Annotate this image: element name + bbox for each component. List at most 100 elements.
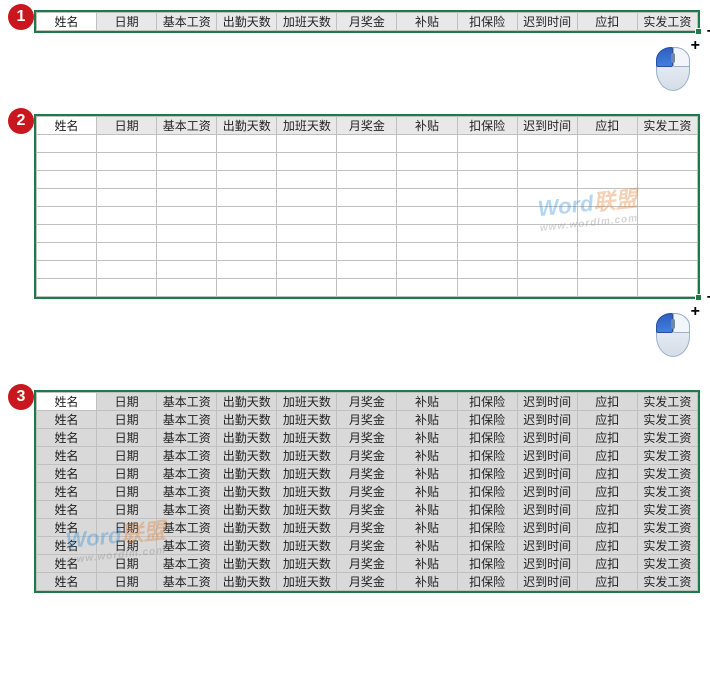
cell[interactable]: 月奖金	[337, 447, 397, 465]
cell[interactable]: 扣保险	[457, 429, 517, 447]
cell[interactable]: 出勤天数	[217, 519, 277, 537]
cell[interactable]: 实发工资	[637, 411, 697, 429]
cell[interactable]: 月奖金	[337, 555, 397, 573]
cell[interactable]	[277, 135, 337, 153]
cell[interactable]	[217, 225, 277, 243]
cell[interactable]: 基本工资	[157, 429, 217, 447]
cell[interactable]: 扣保险	[457, 573, 517, 591]
cell[interactable]: 姓名	[37, 555, 97, 573]
cell[interactable]	[157, 153, 217, 171]
cell[interactable]	[637, 207, 697, 225]
cell[interactable]: 月奖金	[337, 429, 397, 447]
cell[interactable]	[517, 153, 577, 171]
cell[interactable]: 补贴	[397, 447, 457, 465]
cell[interactable]: 应扣	[577, 555, 637, 573]
cell[interactable]: 补贴	[397, 411, 457, 429]
cell[interactable]: 姓名	[37, 483, 97, 501]
cell[interactable]	[637, 153, 697, 171]
cell[interactable]	[277, 243, 337, 261]
cell[interactable]: 加班天数	[277, 465, 337, 483]
cell[interactable]: 实发工资	[637, 573, 697, 591]
cell[interactable]: 迟到时间	[517, 555, 577, 573]
cell[interactable]	[517, 189, 577, 207]
cell[interactable]	[577, 207, 637, 225]
cell[interactable]	[157, 189, 217, 207]
cell[interactable]	[37, 189, 97, 207]
cell[interactable]	[97, 207, 157, 225]
cell[interactable]: 基本工资	[157, 555, 217, 573]
cell[interactable]	[97, 225, 157, 243]
cell[interactable]: 迟到时间	[517, 429, 577, 447]
cell[interactable]: 基本工资	[157, 447, 217, 465]
cell[interactable]: 出勤天数	[217, 555, 277, 573]
cell[interactable]: 实发工资	[637, 393, 697, 411]
cell[interactable]: 加班天数	[277, 393, 337, 411]
cell[interactable]	[577, 189, 637, 207]
cell[interactable]	[517, 225, 577, 243]
cell[interactable]: 迟到时间	[517, 537, 577, 555]
cell[interactable]: 应扣	[577, 483, 637, 501]
cell[interactable]	[397, 243, 457, 261]
cell[interactable]	[517, 207, 577, 225]
cell[interactable]: 日期	[97, 447, 157, 465]
cell[interactable]	[217, 171, 277, 189]
cell[interactable]	[217, 243, 277, 261]
cell[interactable]	[397, 135, 457, 153]
cell[interactable]	[337, 171, 397, 189]
cell[interactable]: 应扣	[577, 393, 637, 411]
cell[interactable]: 姓名	[37, 465, 97, 483]
cell[interactable]	[277, 225, 337, 243]
cell[interactable]: 月奖金	[337, 393, 397, 411]
cell[interactable]: 补贴	[397, 483, 457, 501]
cell[interactable]	[457, 261, 517, 279]
cell[interactable]: 月奖金	[337, 501, 397, 519]
cell[interactable]	[637, 135, 697, 153]
cell[interactable]	[577, 279, 637, 297]
cell[interactable]: 月奖金	[337, 465, 397, 483]
cell[interactable]: 补贴	[397, 501, 457, 519]
cell[interactable]: 出勤天数	[217, 429, 277, 447]
cell[interactable]	[457, 279, 517, 297]
cell[interactable]: 扣保险	[457, 483, 517, 501]
cell[interactable]	[457, 135, 517, 153]
cell[interactable]	[397, 171, 457, 189]
cell[interactable]	[337, 189, 397, 207]
cell[interactable]	[157, 171, 217, 189]
cell[interactable]: 应扣	[577, 501, 637, 519]
cell[interactable]: 出勤天数	[217, 447, 277, 465]
cell[interactable]: 出勤天数	[217, 573, 277, 591]
cell[interactable]	[517, 279, 577, 297]
cell[interactable]: 加班天数	[277, 501, 337, 519]
cell[interactable]: 实发工资	[637, 429, 697, 447]
cell[interactable]: 扣保险	[457, 465, 517, 483]
cell[interactable]	[97, 135, 157, 153]
cell[interactable]: 补贴	[397, 519, 457, 537]
cell[interactable]: 基本工资	[157, 483, 217, 501]
cell[interactable]: 出勤天数	[217, 483, 277, 501]
cell[interactable]: 扣保险	[457, 501, 517, 519]
cell[interactable]	[337, 279, 397, 297]
cell[interactable]: 实发工资	[637, 555, 697, 573]
cell[interactable]	[97, 261, 157, 279]
cell[interactable]: 月奖金	[337, 573, 397, 591]
cell[interactable]: 姓名	[37, 537, 97, 555]
cell[interactable]	[217, 153, 277, 171]
cell[interactable]	[577, 243, 637, 261]
cell[interactable]: 扣保险	[457, 411, 517, 429]
cell[interactable]	[577, 153, 637, 171]
cell[interactable]: 出勤天数	[217, 537, 277, 555]
cell[interactable]: 出勤天数	[217, 411, 277, 429]
cell[interactable]: 扣保险	[457, 555, 517, 573]
cell[interactable]	[577, 171, 637, 189]
cell[interactable]	[457, 153, 517, 171]
cell[interactable]: 补贴	[397, 429, 457, 447]
cell[interactable]: 迟到时间	[517, 447, 577, 465]
cell[interactable]	[37, 171, 97, 189]
cell[interactable]: 应扣	[577, 411, 637, 429]
cell[interactable]: 加班天数	[277, 573, 337, 591]
cell[interactable]: 补贴	[397, 555, 457, 573]
cell[interactable]	[157, 207, 217, 225]
cell[interactable]	[277, 261, 337, 279]
cell[interactable]	[577, 135, 637, 153]
cell[interactable]: 姓名	[37, 447, 97, 465]
